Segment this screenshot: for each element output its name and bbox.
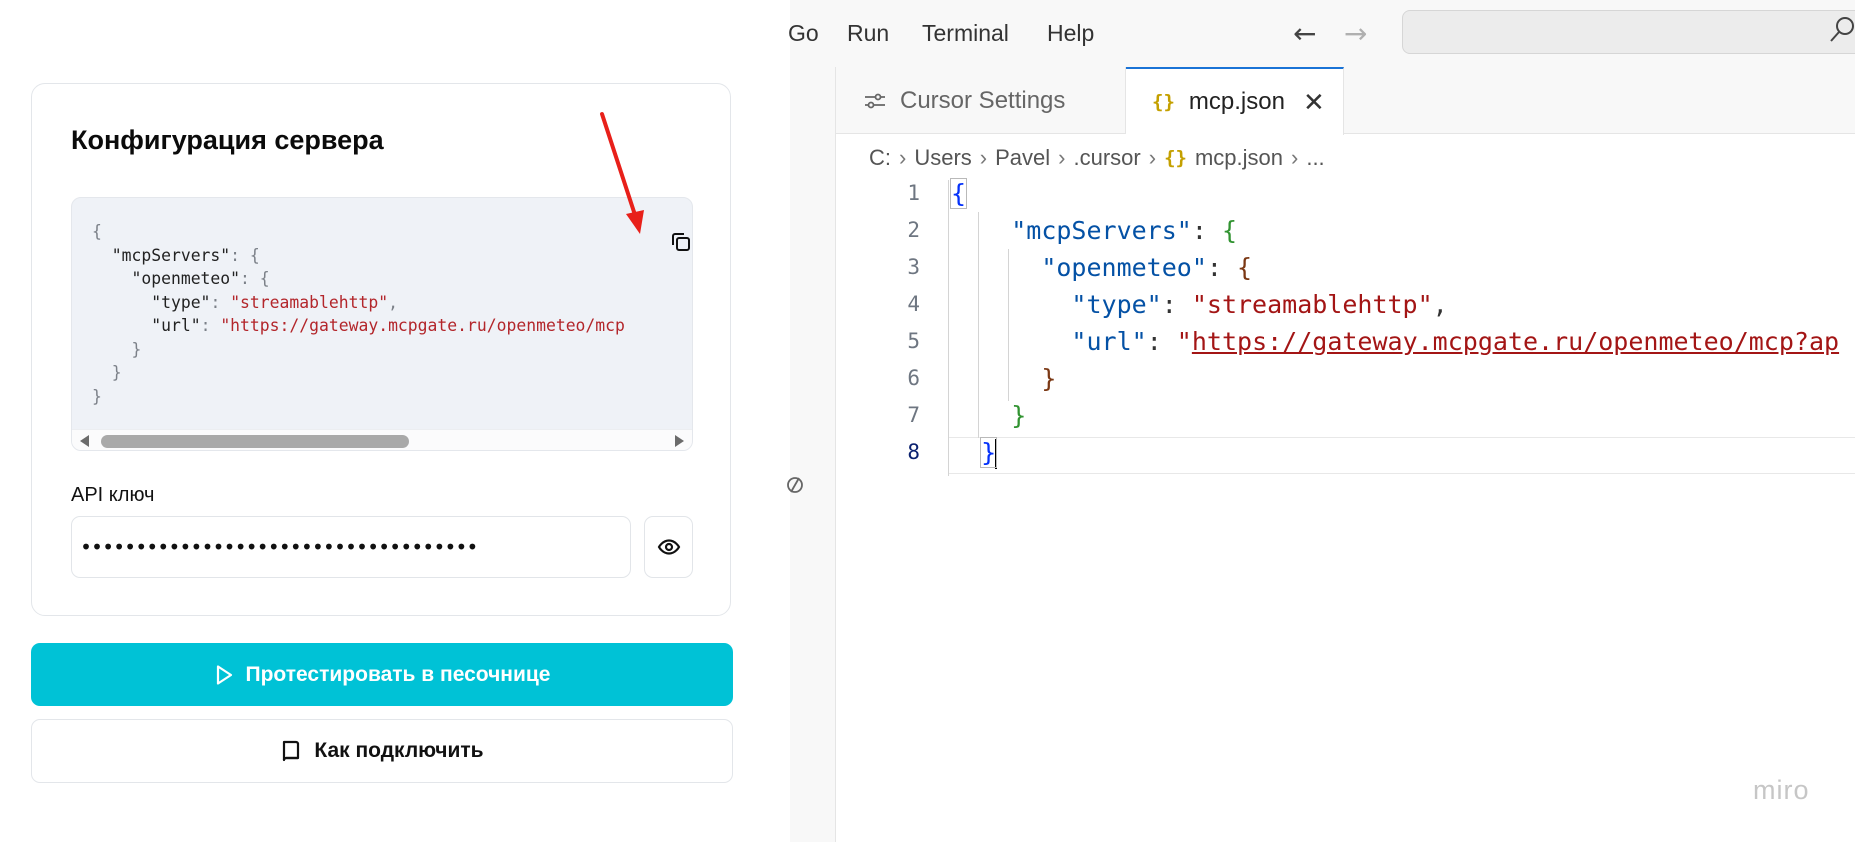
code-line-8[interactable]: 8 } [836, 434, 1855, 471]
scrollbar-thumb[interactable] [101, 435, 409, 448]
code-editor[interactable]: 1 { 2 "mcpServers": { 3 "openmeteo": { 4… [836, 175, 1855, 495]
copy-button[interactable] [667, 228, 692, 256]
watermark: miro [1753, 775, 1810, 805]
play-icon [216, 664, 232, 685]
search-icon[interactable] [1827, 14, 1855, 44]
book-icon [283, 740, 300, 762]
code-line-3[interactable]: 3 "openmeteo": { [836, 249, 1855, 286]
text-cursor [995, 439, 998, 469]
open-brace: { [949, 178, 968, 209]
how-to-connect-label: Как подключить [314, 739, 484, 762]
json-braces-icon: {} [1164, 147, 1187, 169]
code-line-5[interactable]: 5 "url": "https://gateway.mcpgate.ru/ope… [836, 323, 1855, 360]
chevron-right-icon: › [1291, 145, 1299, 170]
toggle-visibility-button[interactable] [644, 516, 693, 578]
line-number: 5 [907, 329, 920, 353]
code-key-type: "type" [151, 292, 211, 312]
json-key-mcpservers: "mcpServers" [1011, 216, 1192, 245]
chevron-right-icon: › [979, 145, 988, 170]
url-open-quote: " [1176, 327, 1192, 356]
code-editor-window: Go Run Terminal Help ← → Cursor Settings [787, 0, 1855, 842]
breadcrumb-cursor[interactable]: .cursor [1073, 145, 1140, 171]
activity-bar [787, 67, 836, 842]
json-braces-icon: {} [1152, 91, 1175, 113]
line-number: 3 [907, 255, 920, 279]
code-value-url: "https://gateway.mcpgate.ru/openmeteo/mc… [220, 316, 625, 335]
settings-sliders-icon [865, 93, 885, 108]
code-line-2[interactable]: 2 "mcpServers": { [836, 212, 1855, 249]
tab-cursor-settings[interactable]: Cursor Settings [836, 67, 1126, 134]
code-line-7[interactable]: 7 } [836, 397, 1855, 434]
code-line-4[interactable]: 4 "type": "streamablehttp", [836, 286, 1855, 323]
breadcrumb-mcp-json[interactable]: mcp.json [1195, 145, 1283, 171]
tab-mcp-json-label: mcp.json [1188, 88, 1285, 115]
card-title: Конфигурация сервера [71, 125, 384, 155]
close-brace: } [1041, 364, 1057, 393]
json-key-type: "type" [1071, 290, 1162, 319]
line-number: 2 [907, 218, 920, 242]
server-config-card: Конфигурация сервера { "mcpServers": { "… [31, 83, 731, 616]
config-code: { "mcpServers": { "openmeteo": { "type":… [92, 222, 625, 406]
breadcrumb-more[interactable]: ... [1306, 145, 1324, 171]
menu-help[interactable]: Help [1047, 20, 1094, 47]
copy-icon [672, 233, 690, 251]
menu-run[interactable]: Run [847, 20, 889, 47]
breadcrumb: C: › Users › Pavel › .cursor › {} mcp.js… [869, 143, 1325, 173]
code-value-type: "streamablehttp" [230, 292, 389, 312]
breadcrumb-pavel[interactable]: Pavel [995, 145, 1050, 171]
breadcrumb-users[interactable]: Users [914, 145, 971, 171]
tab-cursor-settings-label: Cursor Settings [900, 86, 1066, 114]
disabled-circle-icon[interactable] [784, 474, 806, 496]
code-line-6[interactable]: 6 } [836, 360, 1855, 397]
api-key-input[interactable]: •••••••••••••••••••••••••••••••••••• [71, 516, 631, 578]
close-brace: } [1011, 401, 1027, 430]
json-key-url: "url" [1071, 327, 1147, 356]
eye-icon [657, 539, 680, 555]
menu-bar: Go Run Terminal Help ← → [788, 0, 1855, 67]
code-key-openmeteo: "openmeteo" [131, 269, 241, 288]
code-line-1[interactable]: 1 { [836, 175, 1855, 212]
scroll-right-arrow-icon[interactable] [675, 435, 684, 447]
line-number: 1 [907, 181, 920, 205]
scroll-left-arrow-icon[interactable] [80, 435, 89, 447]
code-key-url: "url" [151, 316, 201, 335]
how-to-connect-button[interactable]: Как подключить [31, 719, 733, 783]
config-code-block[interactable]: { "mcpServers": { "openmeteo": { "type":… [71, 197, 693, 451]
line-number: 4 [907, 292, 920, 316]
code-key-mcpservers: "mcpServers" [111, 245, 231, 265]
chevron-right-icon: › [1148, 145, 1157, 170]
close-brace: } [980, 437, 998, 468]
menu-terminal[interactable]: Terminal [922, 20, 1009, 47]
chevron-right-icon: › [899, 145, 907, 170]
mcp-config-panel: Конфигурация сервера { "mcpServers": { "… [0, 0, 790, 842]
tab-mcp-json[interactable]: {} mcp.json ✕ [1126, 67, 1344, 135]
editor-tabs: Cursor Settings {} mcp.json ✕ [836, 67, 1855, 135]
command-search-input[interactable] [1402, 10, 1855, 54]
api-key-label: API ключ [71, 484, 155, 506]
line-number: 6 [907, 366, 920, 390]
json-value-type: "streamablehttp" [1191, 290, 1433, 319]
chevron-right-icon: › [1058, 145, 1066, 170]
close-icon[interactable]: ✕ [1303, 87, 1325, 118]
json-key-openmeteo: "openmeteo" [1041, 253, 1207, 282]
line-number: 8 [907, 440, 920, 464]
back-arrow-icon[interactable]: ← [1293, 17, 1316, 50]
menu-go[interactable]: Go [788, 20, 819, 47]
horizontal-scrollbar[interactable] [72, 429, 692, 450]
breadcrumb-drive[interactable]: C: [869, 145, 891, 171]
json-value-url-link[interactable]: https://gateway.mcpgate.ru/openmeteo/mcp… [1192, 327, 1839, 356]
test-in-sandbox-label: Протестировать в песочнице [245, 662, 551, 686]
line-number: 7 [907, 403, 920, 427]
test-in-sandbox-button[interactable]: Протестировать в песочнице [31, 643, 733, 706]
forward-arrow-icon[interactable]: → [1344, 17, 1367, 50]
